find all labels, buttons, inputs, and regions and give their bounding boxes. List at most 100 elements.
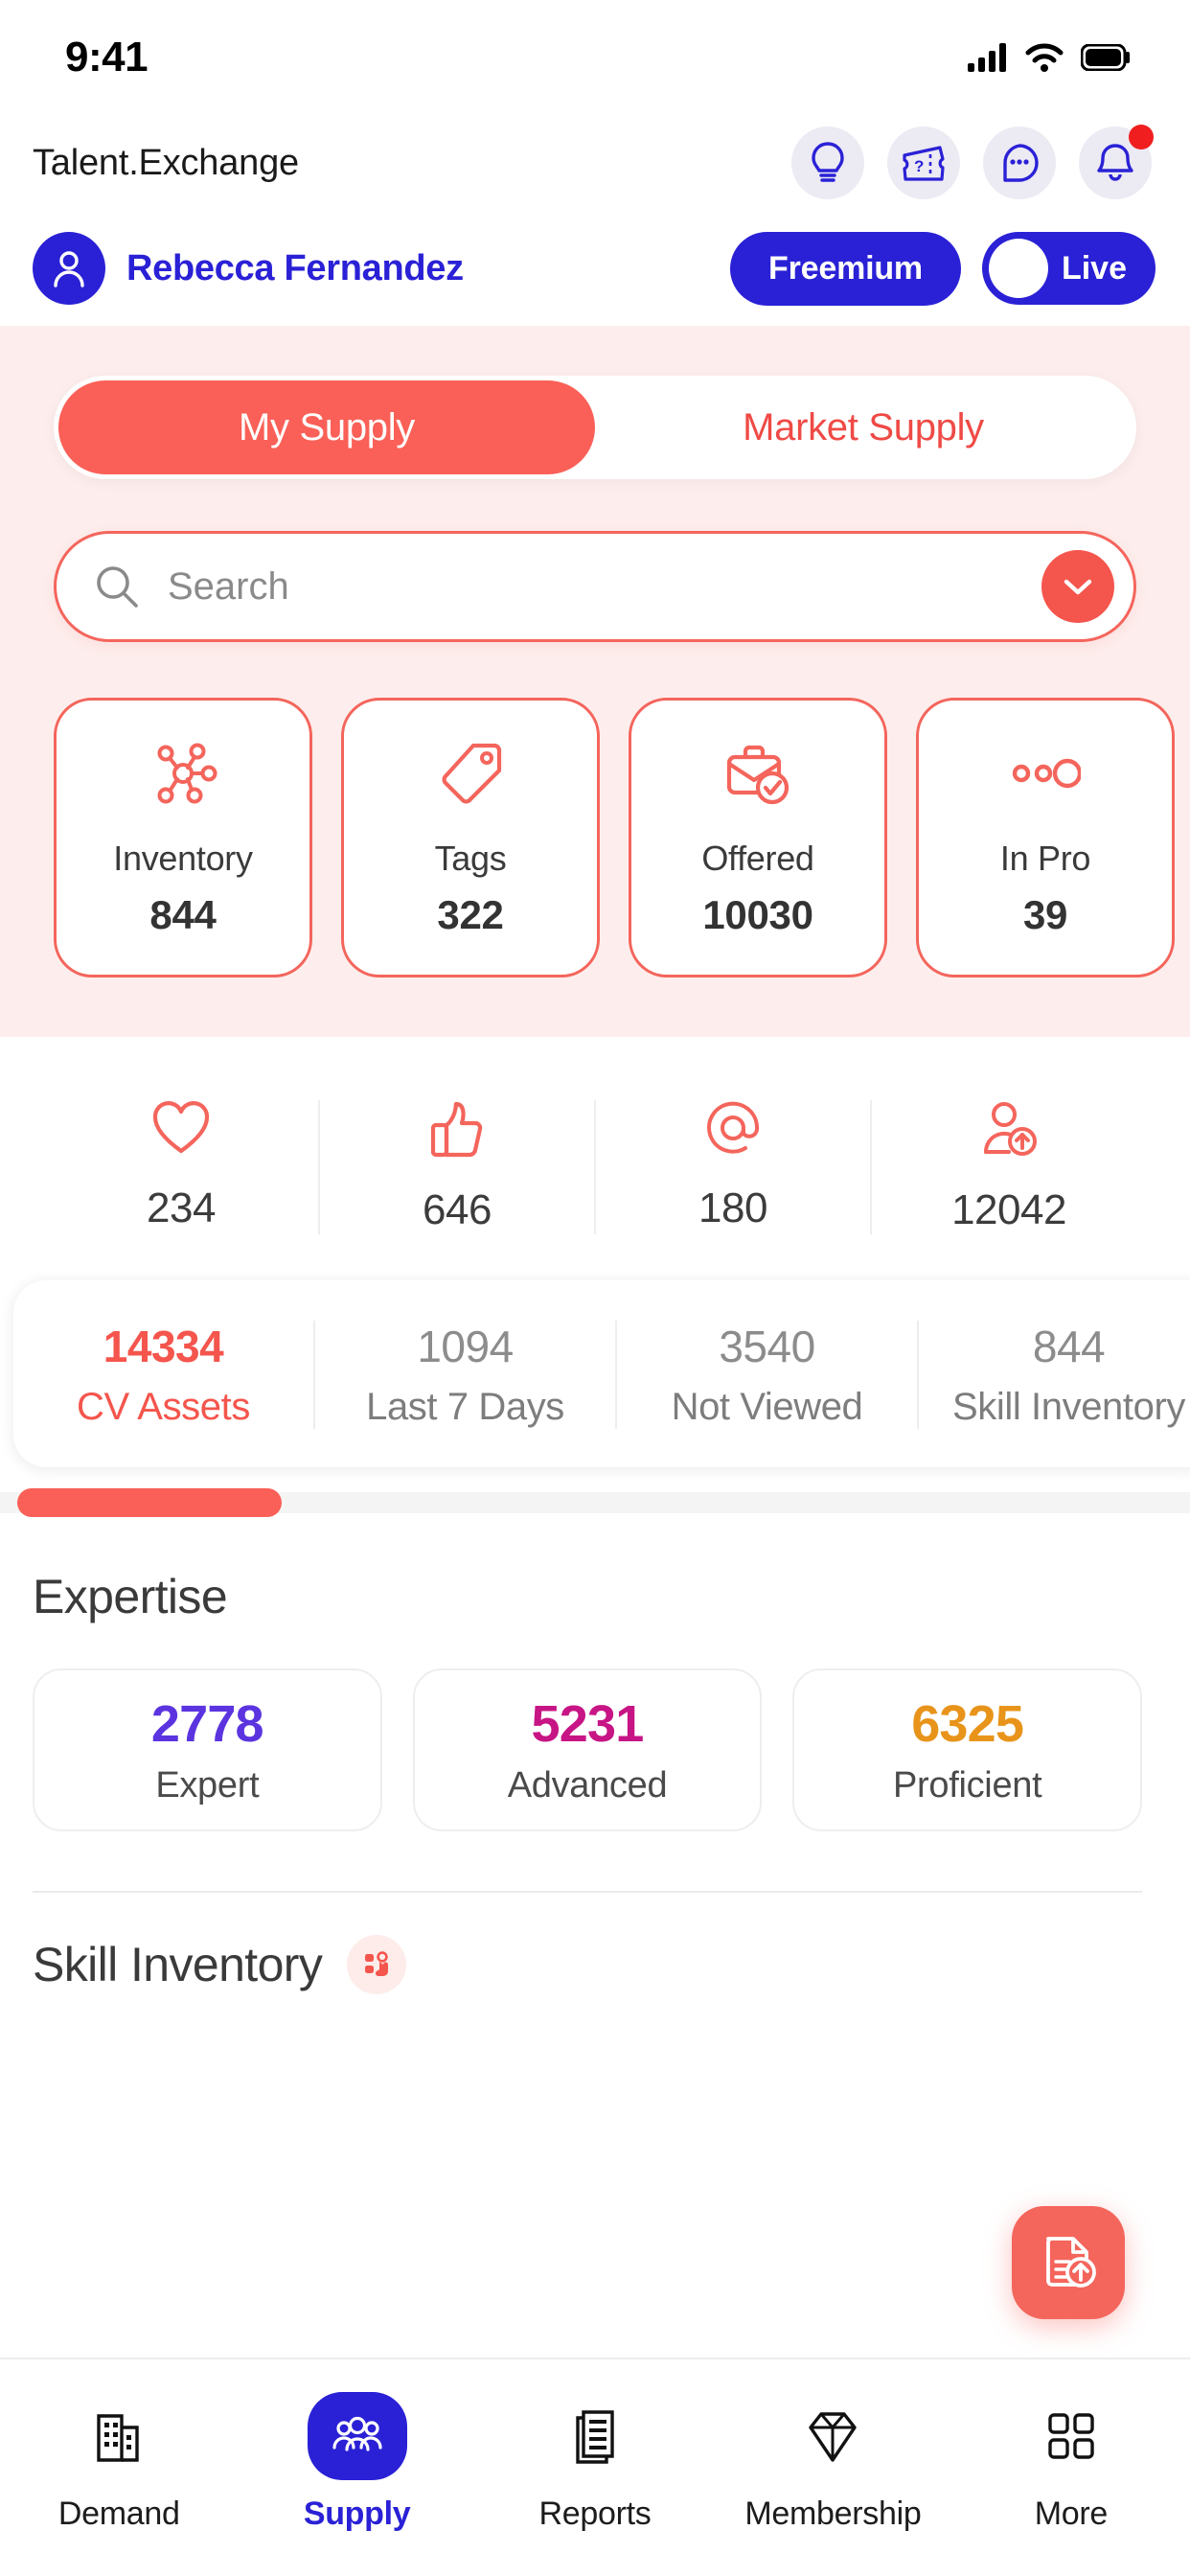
- carousel-scroll-thumb[interactable]: [17, 1488, 282, 1517]
- engagement-value: 646: [423, 1186, 492, 1233]
- cv-value: 14334: [103, 1322, 224, 1371]
- cv-not-viewed[interactable]: 3540 Not Viewed: [617, 1321, 919, 1429]
- profile-identity[interactable]: Rebecca Fernandez: [33, 232, 464, 305]
- nav-label: Membership: [744, 2496, 922, 2532]
- nav-item-membership[interactable]: Membership: [714, 2392, 951, 2533]
- profile-controls: Freemium Live: [730, 231, 1156, 306]
- svg-text:?: ?: [914, 157, 924, 175]
- nav-label: Reports: [538, 2496, 652, 2532]
- in-progress-dots-icon: [1010, 738, 1083, 814]
- header-icon-group: ?: [791, 125, 1154, 199]
- lightbulb-icon-button[interactable]: [791, 126, 864, 199]
- notification-bell-icon: [1097, 144, 1133, 181]
- notification-badge-dot: [1129, 125, 1154, 150]
- engagement-followers[interactable]: 12042: [872, 1100, 1146, 1234]
- stat-card-value: 10030: [702, 891, 813, 937]
- profile-row: Rebecca Fernandez Freemium Live: [0, 211, 1190, 326]
- support-ticket-icon-button[interactable]: ?: [887, 126, 960, 199]
- stat-card-tags[interactable]: Tags 322: [341, 698, 600, 978]
- stat-card-carousel[interactable]: Inventory 844 Tags 322 Offered 10030 In …: [0, 698, 1190, 978]
- notification-bell-icon-button[interactable]: [1079, 125, 1154, 199]
- briefcase-check-icon: [722, 738, 793, 814]
- live-toggle[interactable]: Live: [981, 232, 1156, 305]
- app-header: Talent.Exchange ?: [0, 115, 1190, 211]
- expertise-value: 6325: [911, 1694, 1024, 1753]
- stat-card-label: Inventory: [113, 838, 253, 878]
- stat-card-value: 844: [149, 891, 217, 937]
- cv-skill-inventory[interactable]: 844 Skill Inventory: [919, 1321, 1190, 1429]
- stat-card-inventory[interactable]: Inventory 844: [54, 698, 312, 978]
- expertise-value: 5231: [531, 1694, 645, 1753]
- skill-inventory-header: Skill Inventory: [0, 1893, 1190, 1994]
- cv-assets-total[interactable]: 14334 CV Assets: [13, 1321, 315, 1429]
- at-mention-icon: [707, 1101, 760, 1154]
- engagement-thumbs-up[interactable]: 646: [320, 1100, 596, 1234]
- nav-item-supply[interactable]: Supply: [238, 2392, 475, 2533]
- user-avatar-icon: [54, 251, 84, 288]
- expertise-card-expert[interactable]: 2778 Expert: [33, 1668, 382, 1831]
- cv-last-7-days[interactable]: 1094 Last 7 Days: [315, 1321, 617, 1429]
- supply-tab-switcher: My Supply Market Supply: [54, 376, 1136, 479]
- stat-card-label: Offered: [701, 838, 814, 878]
- search-icon: [97, 566, 138, 608]
- nav-label: Demand: [57, 2496, 180, 2532]
- engagement-likes[interactable]: 234: [44, 1100, 320, 1234]
- people-group-icon: [307, 2392, 407, 2480]
- stat-card-offered[interactable]: Offered 10030: [629, 698, 887, 978]
- stat-card-value: 322: [437, 891, 504, 937]
- cellular-signal-icon: [968, 43, 1006, 72]
- cv-label: CV Assets: [77, 1386, 250, 1428]
- expertise-card-row: 2778 Expert 5231 Advanced 6325 Proficien…: [0, 1624, 1190, 1831]
- nav-label: Supply: [303, 2496, 411, 2532]
- upload-document-fab[interactable]: [1012, 2206, 1125, 2319]
- expertise-label: Proficient: [892, 1764, 1042, 1806]
- expertise-card-advanced[interactable]: 5231 Advanced: [412, 1668, 763, 1831]
- expertise-label: Expert: [155, 1764, 260, 1806]
- plan-badge[interactable]: Freemium: [730, 231, 961, 306]
- engagement-metrics-row: 234 646 180 12042: [0, 1037, 1190, 1280]
- status-time: 9:41: [65, 34, 149, 80]
- app-brand-title: Talent.Exchange: [33, 142, 299, 183]
- status-indicators: [968, 43, 1131, 72]
- diamond-icon: [783, 2392, 882, 2480]
- thumbs-up-icon: [430, 1101, 483, 1158]
- cv-label: Not Viewed: [671, 1386, 863, 1428]
- engagement-value: 12042: [951, 1186, 1066, 1233]
- grid-squares-icon: [1021, 2392, 1121, 2480]
- cv-label: Skill Inventory: [952, 1386, 1185, 1428]
- expertise-label: Advanced: [507, 1764, 668, 1806]
- cv-label: Last 7 Days: [366, 1386, 564, 1428]
- skill-hand-icon[interactable]: [347, 1935, 407, 1994]
- chevron-down-icon: [1064, 579, 1092, 595]
- cv-value: 844: [1032, 1322, 1106, 1371]
- chat-bubble-icon: [1003, 144, 1039, 182]
- nav-label: More: [1034, 2496, 1109, 2532]
- supply-overview-section: My Supply Market Supply Search Inventory…: [0, 326, 1190, 1037]
- nav-item-reports[interactable]: Reports: [476, 2392, 714, 2533]
- nav-item-more[interactable]: More: [952, 2392, 1190, 2533]
- cv-value: 1094: [417, 1322, 514, 1371]
- tab-market-supply[interactable]: Market Supply: [595, 380, 1132, 474]
- lightbulb-icon: [812, 142, 844, 182]
- status-bar: 9:41: [0, 0, 1190, 115]
- chat-bubble-icon-button[interactable]: [983, 126, 1056, 199]
- avatar[interactable]: [33, 232, 105, 305]
- search-bar[interactable]: [54, 531, 1136, 642]
- user-add-icon: [983, 1102, 1037, 1156]
- carousel-scroll-track[interactable]: [0, 1488, 1190, 1517]
- cv-value: 3540: [719, 1322, 815, 1371]
- cv-assets-summary-card: 14334 CV Assets 1094 Last 7 Days 3540 No…: [13, 1280, 1190, 1467]
- tab-my-supply[interactable]: My Supply: [58, 380, 595, 474]
- document-upload-icon: [1046, 2237, 1096, 2288]
- engagement-mentions[interactable]: 180: [596, 1100, 872, 1234]
- live-toggle-label: Live: [1061, 249, 1127, 287]
- network-nodes-icon: [148, 738, 218, 814]
- battery-icon: [1081, 44, 1130, 71]
- search-input[interactable]: [139, 564, 1041, 609]
- stat-card-value: 39: [1022, 891, 1068, 937]
- expertise-card-proficient[interactable]: 6325 Proficient: [792, 1668, 1143, 1831]
- stat-card-in-progress[interactable]: In Pro 39: [916, 698, 1175, 978]
- profile-name: Rebecca Fernandez: [126, 247, 464, 288]
- nav-item-demand[interactable]: Demand: [0, 2392, 238, 2533]
- search-filter-expand-button[interactable]: [1041, 550, 1114, 623]
